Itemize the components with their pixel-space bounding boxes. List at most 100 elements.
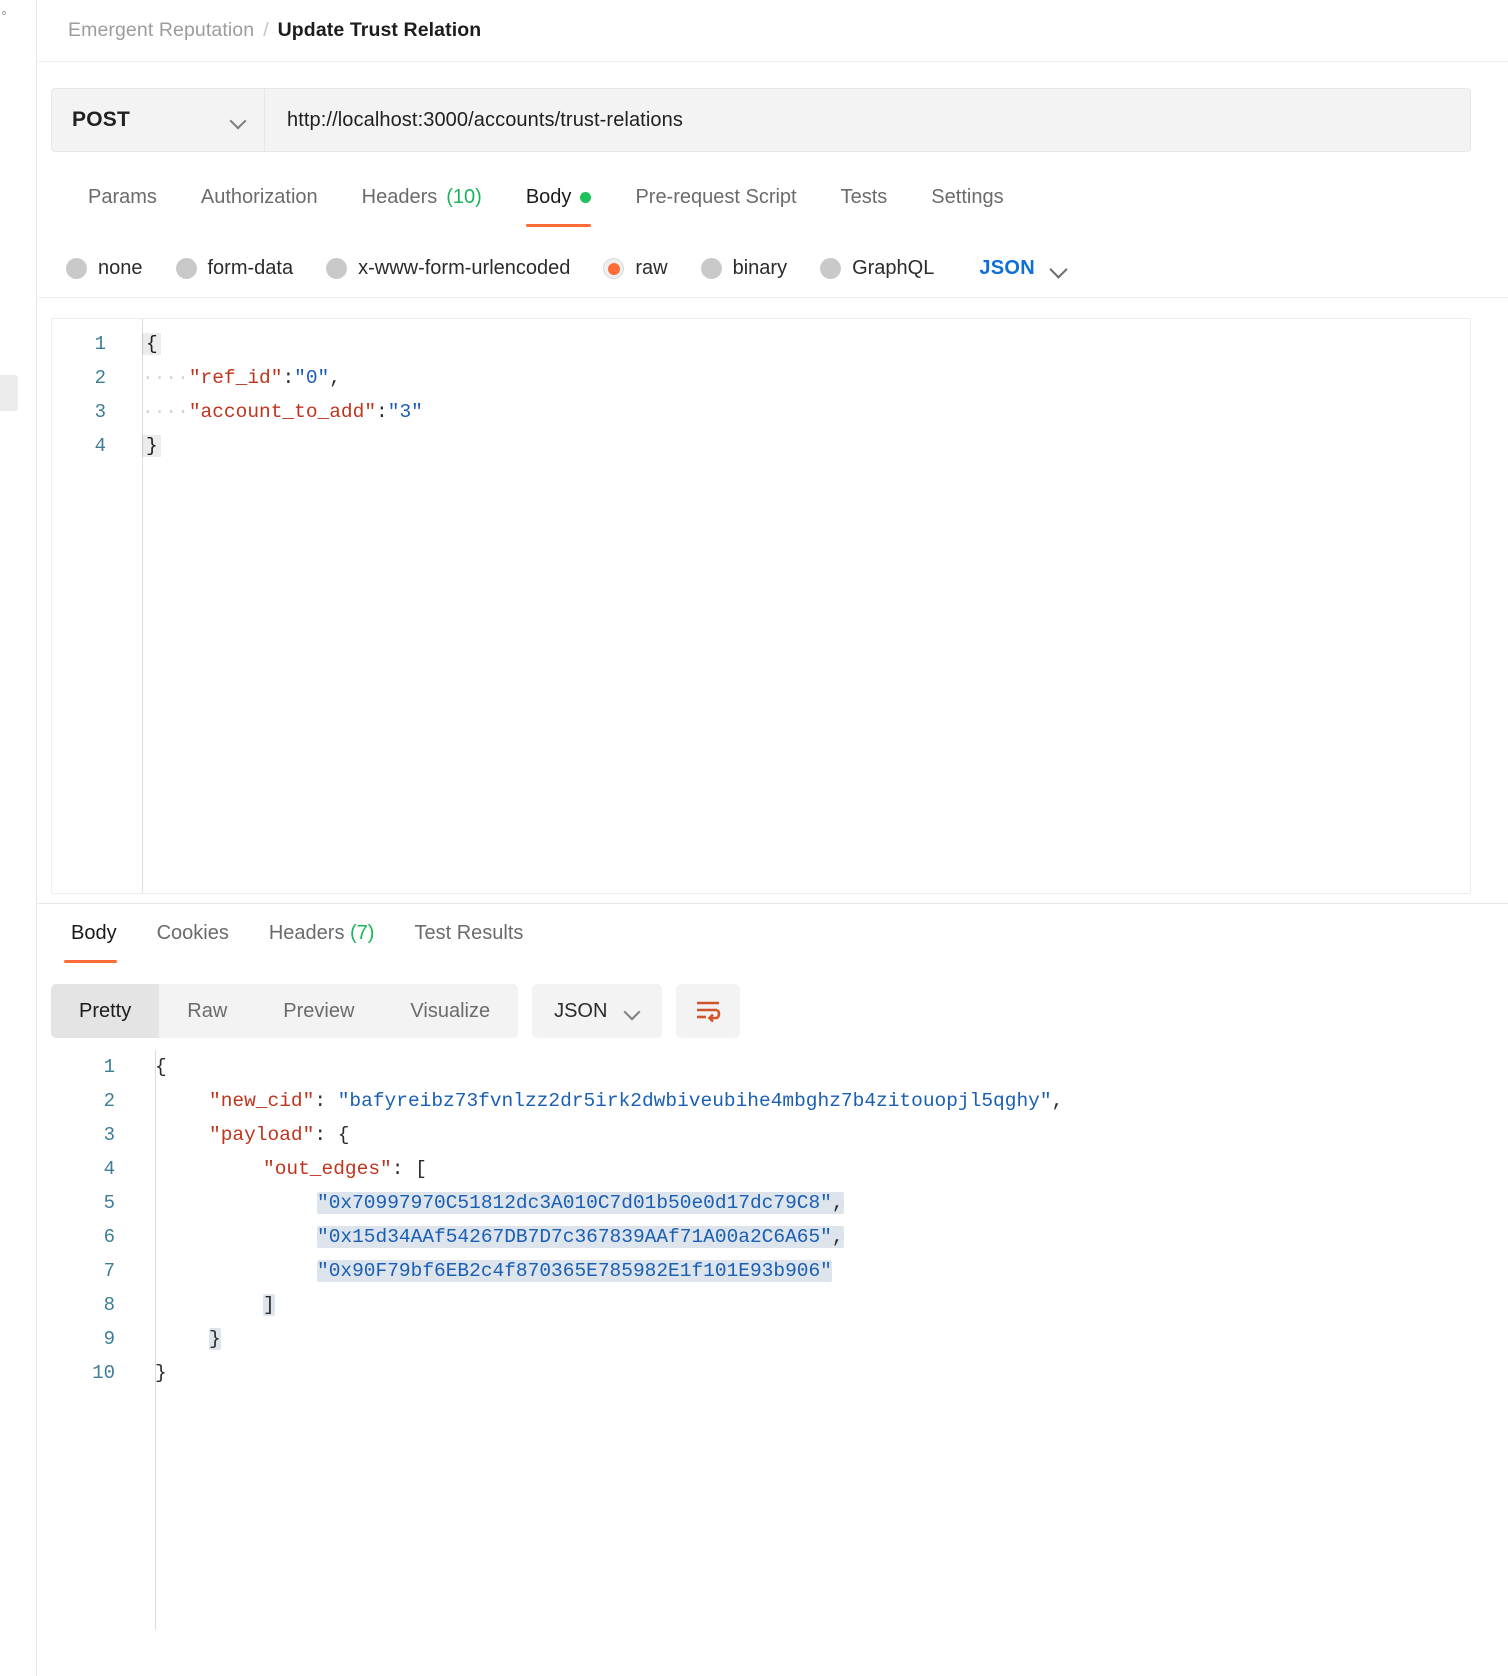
response-view-raw[interactable]: Raw — [159, 984, 255, 1038]
line-number: 9 — [103, 1328, 115, 1350]
code-token: , — [831, 1226, 844, 1248]
request-tab-tests[interactable]: Tests — [819, 172, 910, 227]
code-text: "0x15d34AAf54267DB7D7c367839AAf71A00a2C6… — [131, 1226, 844, 1248]
request-tab-params[interactable]: Params — [66, 172, 179, 227]
breadcrumb-collection[interactable]: Emergent Reputation — [68, 19, 254, 42]
code-token: : — [376, 401, 388, 423]
body-type-x-www-form-urlencoded[interactable]: x-www-form-urlencoded — [326, 257, 570, 280]
wrap-text-button[interactable] — [676, 984, 741, 1038]
body-type-raw[interactable]: raw — [603, 257, 668, 280]
response-view-pretty[interactable]: Pretty — [51, 984, 160, 1038]
request-body-editor[interactable]: 1{ 2 ····"ref_id":"0", 3 ····"account_to_add… — [51, 318, 1471, 894]
line-number: 6 — [103, 1226, 115, 1248]
brace-token: } — [142, 435, 161, 457]
body-present-indicator — [580, 192, 592, 203]
code-text: ····"account_to_add":"3" — [142, 401, 423, 423]
radio-icon[interactable] — [175, 258, 197, 279]
body-type-form-data[interactable]: form-data — [175, 257, 293, 280]
wrap-text-icon — [697, 1001, 721, 1023]
line-number: 4 — [94, 435, 106, 457]
body-type-label: GraphQL — [852, 257, 935, 279]
selected-text: "0x90F79bf6EB2c4f870365E785982E1f101E93b… — [317, 1260, 832, 1282]
request-tab-pre-request-script[interactable]: Pre-request Script — [613, 172, 818, 227]
response-tab-test-results[interactable]: Test Results — [394, 908, 543, 963]
response-tab-cookies[interactable]: Cookies — [137, 908, 249, 963]
request-tab-headers[interactable]: Headers (10) — [340, 172, 504, 227]
line-number: 5 — [103, 1192, 115, 1214]
breadcrumb-current-request: Update Trust Relation — [277, 19, 482, 41]
line-number: 3 — [94, 401, 106, 423]
code-token: } — [155, 1362, 167, 1384]
sidebar-rail: ∘ — [0, 0, 37, 1676]
request-tab-body[interactable]: Body — [504, 172, 614, 227]
radio-icon[interactable] — [326, 258, 348, 279]
response-view-controls: Pretty Raw Preview Visualize JSON — [51, 984, 1471, 1038]
brace-token: { — [142, 333, 161, 355]
response-tab-body[interactable]: Body — [51, 908, 137, 963]
radio-icon[interactable] — [66, 258, 87, 279]
response-view-preview[interactable]: Preview — [255, 984, 382, 1038]
code-text: ] — [131, 1294, 275, 1316]
sidebar-resize-handle[interactable] — [0, 375, 18, 411]
response-code-line: 2 "new_cid": "bafyreibz73fvnlzz2dr5irk2dw… — [51, 1084, 1491, 1118]
response-code-line: 7 "0x90F79bf6EB2c4f870365E785982E1f101E93… — [51, 1254, 1491, 1288]
code-token: "0x90F79bf6EB2c4f870365E785982E1f101E93b… — [317, 1260, 832, 1282]
body-type-none[interactable]: none — [66, 257, 143, 280]
code-token: "0" — [294, 367, 330, 389]
tab-label: Body — [525, 186, 572, 208]
code-token: : { — [314, 1124, 350, 1146]
code-token: "0x70997970C51812dc3A010C7d01b50e0d17dc7… — [317, 1192, 832, 1214]
radio-icon[interactable] — [820, 258, 842, 279]
code-token: "out_edges" — [263, 1158, 392, 1180]
tab-label: Cookies — [156, 922, 229, 944]
radio-icon[interactable] — [603, 258, 625, 279]
line-number: 1 — [103, 1056, 115, 1078]
breadcrumb-separator: / — [263, 19, 269, 41]
response-code-line: 4 "out_edges": [ — [51, 1152, 1491, 1186]
code-token: } — [209, 1328, 221, 1350]
http-method-selector[interactable]: POST — [51, 88, 264, 152]
line-number: 7 — [103, 1260, 115, 1282]
response-format-selector[interactable]: JSON — [532, 984, 663, 1038]
url-input[interactable]: http://localhost:3000/accounts/trust-rel… — [264, 88, 1471, 152]
code-token: : — [282, 367, 295, 389]
request-tab-settings[interactable]: Settings — [909, 172, 1025, 227]
response-tab-headers[interactable]: Headers (7) — [249, 908, 395, 963]
response-view-visualize[interactable]: Visualize — [382, 984, 518, 1038]
code-text: { — [131, 1056, 167, 1078]
sidebar-collapsed-glyph: ∘ — [0, 5, 9, 20]
code-text: { — [142, 333, 161, 355]
body-type-label: x-www-form-urlencoded — [358, 257, 571, 279]
request-format-selector[interactable]: JSON — [979, 257, 1067, 280]
code-token: "0x15d34AAf54267DB7D7c367839AAf71A00a2C6… — [317, 1226, 832, 1248]
tab-label: Settings — [931, 186, 1004, 208]
url-bar: POST http://localhost:3000/accounts/trus… — [51, 88, 1471, 152]
code-text: } — [131, 1362, 167, 1384]
request-code-line: 4} — [52, 429, 1470, 463]
response-body-viewer[interactable]: 1 {2 "new_cid": "bafyreibz73fvnlzz2dr5irk2… — [51, 1050, 1491, 1630]
view-label: Visualize — [410, 999, 491, 1022]
code-token: ···· — [142, 367, 189, 389]
code-text: "out_edges": [ — [131, 1158, 427, 1180]
code-token: : — [314, 1090, 338, 1112]
body-type-label: raw — [635, 257, 668, 279]
breadcrumb: Emergent Reputation / Update Trust Relat… — [38, 0, 1508, 62]
request-tab-authorization[interactable]: Authorization — [179, 172, 340, 227]
line-number: 10 — [92, 1362, 115, 1384]
response-code-line: 10} — [51, 1356, 1491, 1390]
selected-text: } — [209, 1328, 221, 1350]
request-code-line: 1{ — [52, 327, 1470, 361]
code-text: } — [131, 1328, 221, 1350]
response-code-line: 6 "0x15d34AAf54267DB7D7c367839AAf71A00a2C… — [51, 1220, 1491, 1254]
view-label: Preview — [283, 999, 355, 1022]
body-type-binary[interactable]: binary — [700, 257, 787, 280]
body-type-graphql[interactable]: GraphQL — [820, 257, 934, 280]
code-token: "ref_id" — [188, 367, 283, 389]
line-number: 2 — [103, 1090, 115, 1112]
tab-label: Test Results — [414, 922, 524, 944]
code-token: "bafyreibz73fvnlzz2dr5irk2dwbiveubihe4mb… — [337, 1090, 1052, 1112]
radio-icon[interactable] — [700, 258, 722, 279]
code-text: ····"ref_id":"0", — [142, 367, 341, 389]
url-value: http://localhost:3000/accounts/trust-rel… — [287, 108, 683, 131]
line-number: 2 — [94, 367, 106, 389]
